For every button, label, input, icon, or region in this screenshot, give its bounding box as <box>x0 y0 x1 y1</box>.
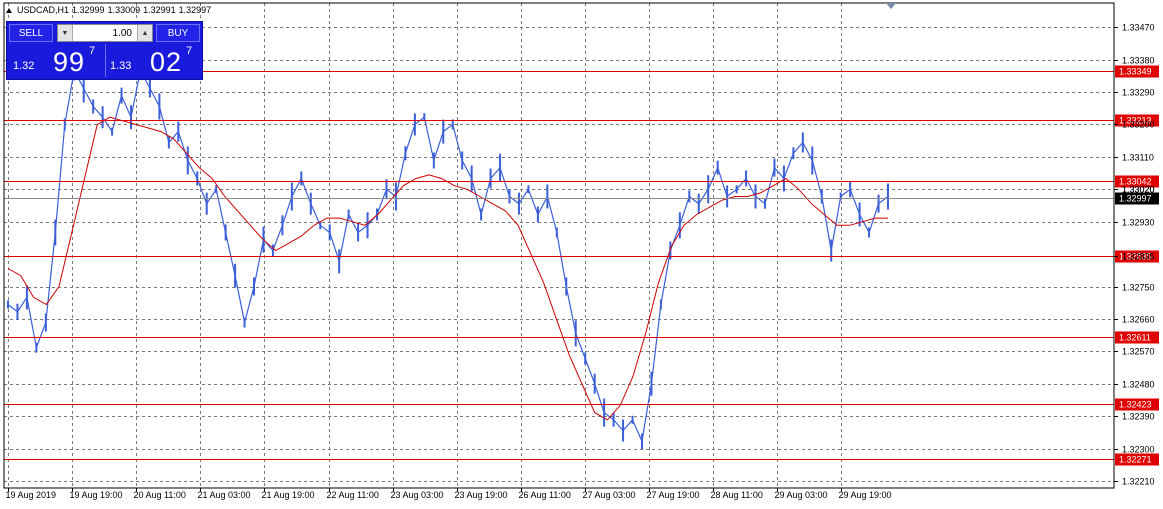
x-tick-label: 19 Aug 19:00 <box>70 490 123 500</box>
y-tick-label: 1.32660 <box>1122 315 1155 325</box>
y-tick-label: 1.33380 <box>1122 56 1155 66</box>
x-tick-label: 29 Aug 19:00 <box>839 490 892 500</box>
collapse-triangle-icon[interactable] <box>6 7 12 13</box>
y-tick-label: 1.32300 <box>1122 445 1155 455</box>
open-value: 1.32999 <box>72 5 105 15</box>
y-tick-label: 1.32930 <box>1122 218 1155 228</box>
y-tick-label: 1.32570 <box>1122 347 1155 357</box>
high-value: 1.33009 <box>107 5 141 15</box>
low-value: 1.32991 <box>143 5 176 15</box>
sell-price-prefix: 1.32 <box>13 60 35 72</box>
x-tick-label: 29 Aug 03:00 <box>775 490 828 500</box>
close-value: 1.32997 <box>178 5 212 15</box>
y-tick-label: 1.33200 <box>1122 120 1155 130</box>
buy-price-main: 02 <box>150 47 183 77</box>
x-tick-label: 23 Aug 03:00 <box>391 490 444 500</box>
level-label: 1.32271 <box>1119 455 1152 465</box>
x-tick-label: 26 Aug 11:00 <box>519 490 571 500</box>
level-label: 1.33349 <box>1119 67 1152 77</box>
y-tick-label: 1.33110 <box>1122 153 1154 163</box>
x-tick-label: 27 Aug 03:00 <box>583 490 636 500</box>
current-price-label: 1.32997 <box>1119 194 1152 204</box>
x-tick-label: 28 Aug 11:00 <box>711 490 763 500</box>
sell-button[interactable]: SELL <box>9 24 53 42</box>
sell-price-box[interactable]: 1.32 99 7 <box>9 44 104 77</box>
buy-price-box[interactable]: 1.33 02 7 <box>105 44 201 77</box>
y-tick-label: 1.32390 <box>1122 412 1155 422</box>
buy-price-prefix: 1.33 <box>110 60 132 72</box>
y-tick-label: 1.33290 <box>1122 88 1155 98</box>
x-tick-label: 20 Aug 11:00 <box>134 490 186 500</box>
sell-price-fraction: 7 <box>89 45 96 57</box>
y-tick-label: 1.32835 <box>1122 252 1155 262</box>
x-tick-label: 21 Aug 19:00 <box>262 490 315 500</box>
lot-size-control: ▼ ▲ <box>57 24 153 42</box>
x-tick-label: 21 Aug 03:00 <box>198 490 251 500</box>
x-tick-label: 23 Aug 19:00 <box>455 490 508 500</box>
buy-price-fraction: 7 <box>186 45 193 57</box>
level-label: 1.32423 <box>1119 400 1152 410</box>
lot-increase-icon[interactable]: ▲ <box>137 25 152 41</box>
lot-size-input[interactable] <box>74 25 136 41</box>
one-click-trading-panel: SELL ▼ ▲ BUY 1.32 99 7 1.33 02 7 <box>6 21 203 80</box>
level-label: 1.32611 <box>1119 333 1151 343</box>
chart-header: USDCAD,H1 1.32999 1.33009 1.32991 1.3299… <box>6 5 211 15</box>
x-tick-label: 27 Aug 19:00 <box>647 490 700 500</box>
sell-price-main: 99 <box>53 47 86 77</box>
hidden-price-label: 1.33020 <box>1122 185 1155 195</box>
x-tick-label: 22 Aug 11:00 <box>327 490 379 500</box>
y-tick-label: 1.33470 <box>1122 23 1155 33</box>
y-tick-label: 1.32210 <box>1122 477 1155 487</box>
y-tick-label: 1.32480 <box>1122 380 1155 390</box>
x-tick-label: 19 Aug 2019 <box>6 490 57 500</box>
buy-button[interactable]: BUY <box>156 24 200 42</box>
lot-decrease-icon[interactable]: ▼ <box>58 25 73 41</box>
y-tick-label: 1.32750 <box>1122 283 1155 293</box>
symbol-label: USDCAD,H1 <box>17 5 70 15</box>
